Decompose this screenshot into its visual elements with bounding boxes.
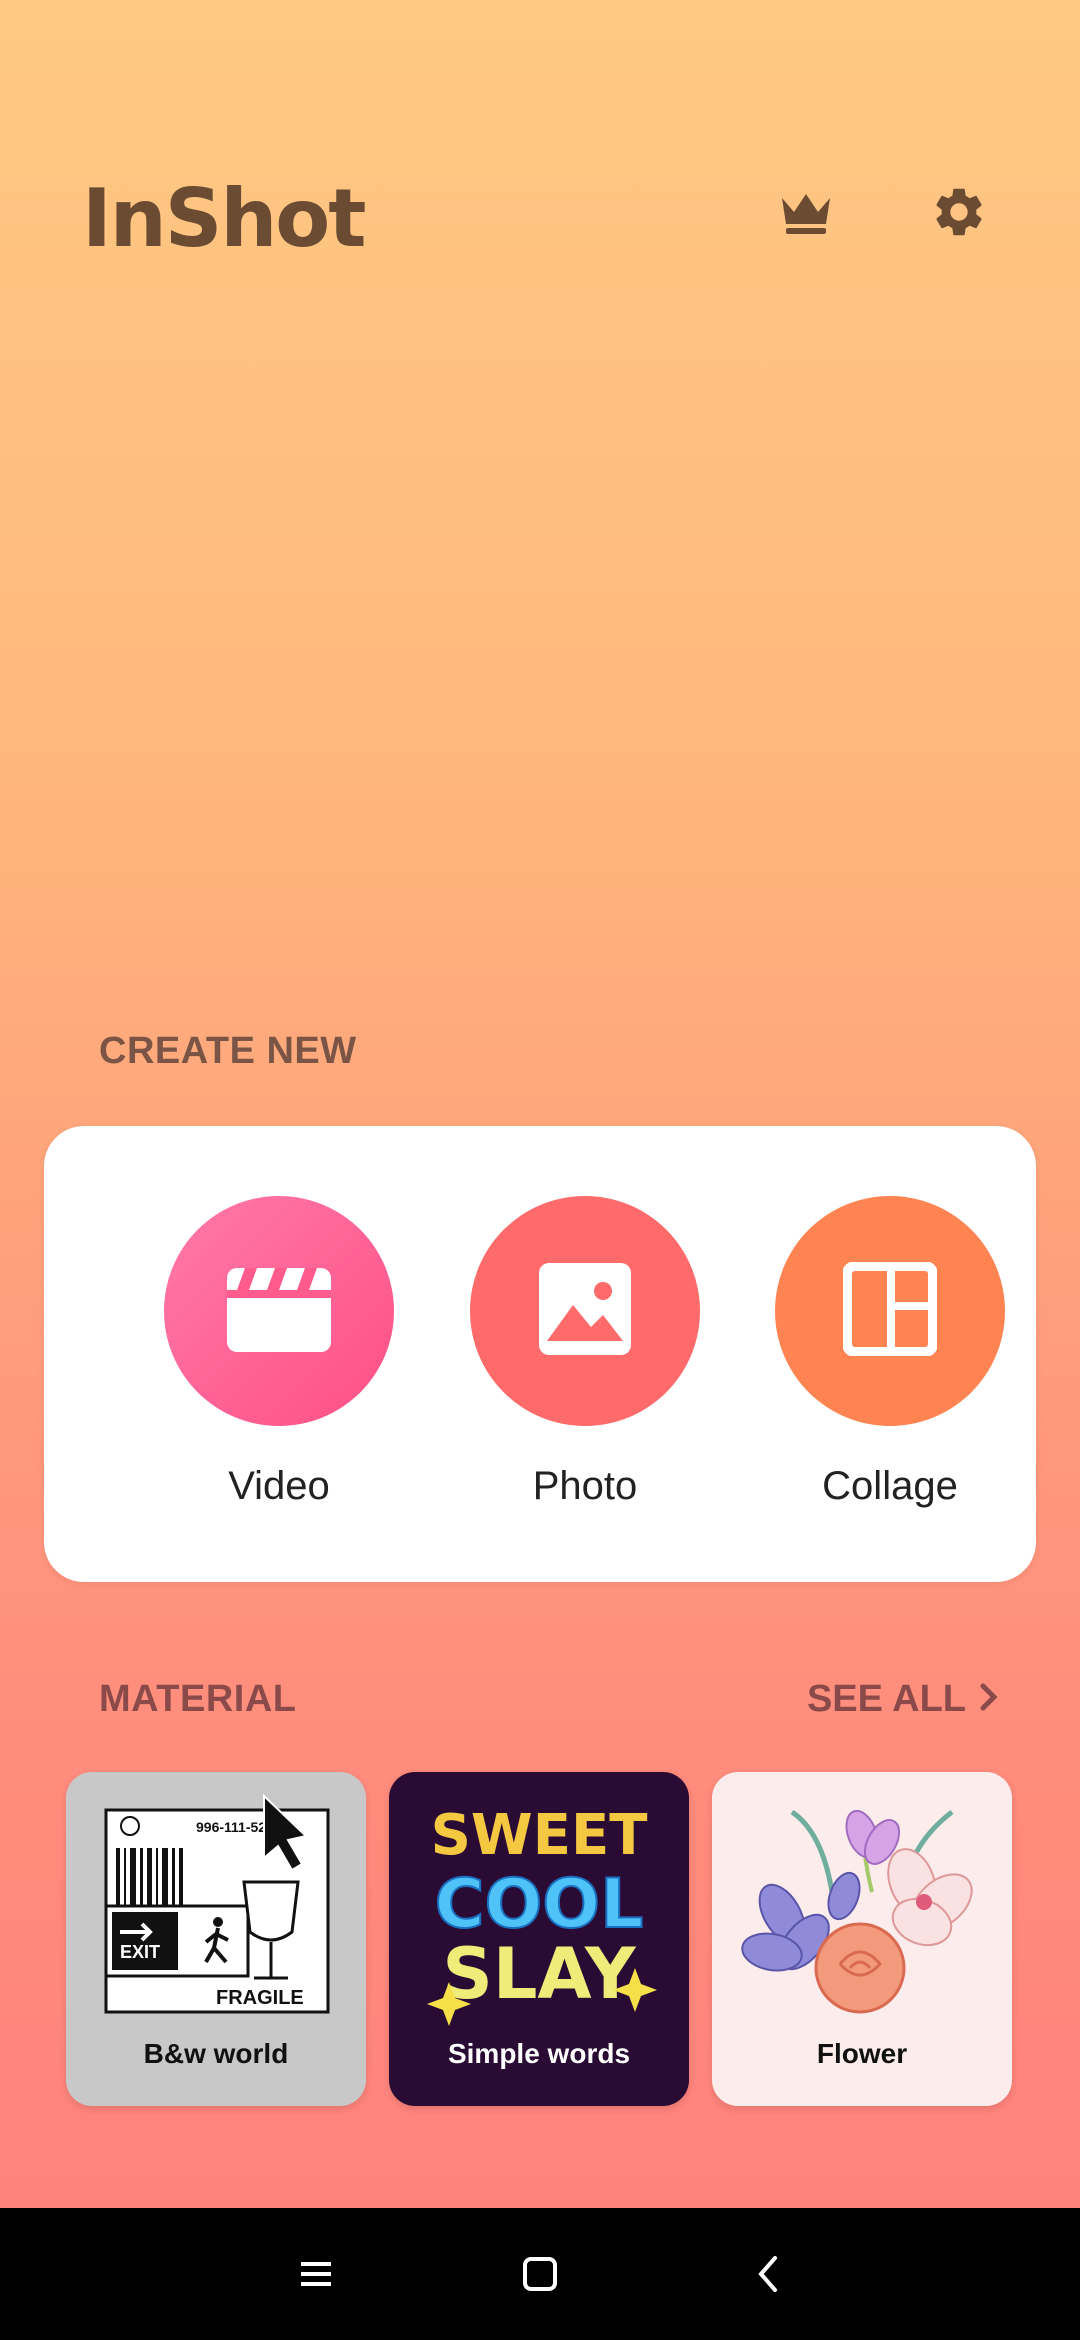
recent-apps-icon[interactable]	[288, 2246, 344, 2302]
bw-fragile-text: FRAGILE	[216, 1987, 304, 2009]
material-label: Flower	[816, 2038, 908, 2069]
see-all-link[interactable]: SEE ALL	[807, 1678, 998, 1721]
image-icon	[537, 1261, 633, 1362]
app-header: InShot	[0, 0, 1080, 300]
chevron-right-icon	[980, 1678, 998, 1721]
collage-circle	[775, 1196, 1005, 1426]
app-logo: InShot	[82, 172, 366, 265]
material-card-bw-world[interactable]: 996-111-525 EXIT FRAGILE B&w world	[66, 1772, 366, 2106]
photo-circle	[470, 1196, 700, 1426]
bw-phone-text: 996-111-525	[196, 1819, 274, 1835]
create-new-card: Video Photo Collage	[44, 1126, 1036, 1582]
collage-label: Collage	[822, 1464, 958, 1508]
material-card-simple-words[interactable]: SWEET COOL SLAY Simple words	[389, 1772, 689, 2106]
flower-thumbnail	[741, 1809, 973, 2014]
home-icon[interactable]	[512, 2246, 568, 2302]
simple-words-thumbnail: SWEET COOL SLAY	[427, 1803, 657, 2026]
material-card-flower[interactable]: Flower	[712, 1772, 1012, 2106]
see-all-label: SEE ALL	[806, 1678, 966, 1720]
words-line1: SWEET	[431, 1803, 648, 1868]
back-icon[interactable]	[740, 2246, 796, 2302]
gear-icon[interactable]	[927, 180, 991, 244]
photo-label: Photo	[532, 1464, 638, 1508]
create-new-title: CREATE NEW	[99, 1030, 357, 1072]
bw-world-thumbnail: 996-111-525 EXIT FRAGILE	[104, 1793, 330, 2014]
create-photo-button[interactable]: Photo	[465, 1196, 705, 1509]
words-line3: SLAY	[442, 1933, 636, 2015]
clapperboard-icon	[225, 1264, 333, 1359]
material-label: B&w world	[143, 2038, 289, 2069]
create-video-button[interactable]: Video	[159, 1196, 399, 1509]
material-label: Simple words	[447, 2038, 631, 2069]
video-circle	[164, 1196, 394, 1426]
material-title: MATERIAL	[99, 1678, 297, 1720]
video-label: Video	[228, 1464, 330, 1508]
collage-layout-icon	[842, 1260, 938, 1361]
system-navigation-bar	[0, 2208, 1080, 2340]
bw-exit-text: EXIT	[120, 1942, 160, 1962]
create-collage-button[interactable]: Collage	[770, 1196, 1010, 1509]
crown-icon[interactable]	[774, 180, 838, 244]
